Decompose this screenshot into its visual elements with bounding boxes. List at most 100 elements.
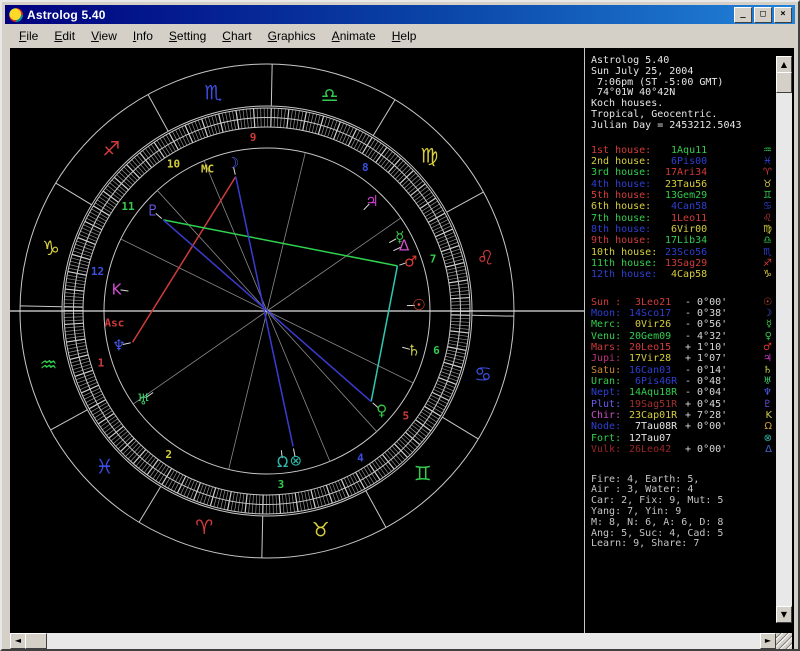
horizontal-scroll-thumb[interactable]	[25, 633, 47, 649]
planet-row-4: Venu:20Gem09 - 4°32'♀	[591, 331, 776, 342]
info-panel: Astrolog 5.40Sun July 25, 2004 7:06pm (S…	[585, 48, 776, 633]
planet-row-6-glyph: ♃	[763, 353, 772, 364]
house-row-10-glyph: ♏	[763, 247, 772, 258]
planet-row-13-glyph: ⊗	[764, 433, 772, 444]
astrolog-window: Astrolog 5.40 _ □ × FileEditViewInfoSett…	[0, 0, 800, 651]
horizontal-scrollbar[interactable]: ◄ ►	[10, 633, 776, 649]
vertical-scroll-thumb[interactable]	[776, 72, 792, 93]
house-number-10: 10	[167, 158, 180, 171]
planet-row-8-glyph: ♅	[763, 376, 772, 387]
scroll-up-button[interactable]: ▲	[776, 56, 792, 73]
planet-row-2-glyph: ☽	[763, 308, 772, 319]
jupiter-glyph: ♃	[365, 192, 378, 210]
aquarius-sign-glyph: ♒	[40, 353, 58, 377]
menu-item-file[interactable]: File	[11, 27, 46, 45]
app-icon[interactable]	[9, 8, 23, 22]
scroll-down-button[interactable]: ▼	[776, 606, 792, 623]
menu-item-setting[interactable]: Setting	[161, 27, 214, 45]
planet-row-2: Moon:14Sco17 - 0°38'☽	[591, 308, 776, 319]
pisces-sign-glyph: ♓	[96, 455, 114, 479]
planet-row-7-glyph: ♄	[763, 365, 772, 376]
gemini-sign-glyph: ♊	[414, 461, 432, 485]
planet-row-10-glyph: ♇	[763, 399, 772, 410]
moon-glyph: ☽	[226, 154, 239, 172]
menu-item-edit[interactable]: Edit	[46, 27, 83, 45]
house-number-12: 12	[91, 265, 104, 278]
house-row-1: 1st house: 1Aqu11♒	[591, 145, 776, 156]
cancer-sign-glyph: ♋	[474, 362, 492, 386]
title-bar[interactable]: Astrolog 5.40 _ □ ×	[5, 5, 795, 24]
planet-row-1: Sun : 3Leo21 - 0°00'☉	[591, 297, 776, 308]
maximize-button[interactable]: □	[754, 7, 772, 23]
house-row-6-glyph: ♋	[763, 201, 772, 212]
resize-grip[interactable]	[776, 633, 792, 649]
aspect-venus-mars-sextile	[371, 266, 397, 402]
planet-row-6: Jupi:17Vir28 + 1°07'♃	[591, 353, 776, 364]
house-number-5: 5	[402, 409, 409, 422]
house-row-11-glyph: ♐	[763, 258, 772, 269]
wheel-svg: ♒♓♈♉♊♋♌♍♎♏♐♑123456789101112☉☽☿♀♂♃♄♅♆♇KΩ⊗…	[10, 48, 584, 633]
house-row-4-glyph: ♉	[763, 179, 772, 190]
house-number-6: 6	[433, 344, 440, 357]
house-row-1-glyph: ♒	[763, 145, 772, 156]
sagittarius-sign-glyph: ♐	[102, 137, 120, 161]
scroll-right-button[interactable]: ►	[760, 633, 776, 649]
house-row-9: 9th house: 17Lib34♎	[591, 235, 776, 246]
house-row-3: 3rd house: 17Ari34♈	[591, 167, 776, 178]
window-title: Astrolog 5.40	[27, 8, 106, 22]
close-button[interactable]: ×	[774, 7, 792, 23]
planet-row-11-glyph: K	[765, 410, 772, 421]
planet-row-9-glyph: ♆	[763, 387, 772, 398]
scroll-left-button[interactable]: ◄	[10, 633, 26, 649]
planet-row-1-glyph: ☉	[763, 297, 772, 308]
mc-label: MC	[201, 162, 214, 175]
leo-sign-glyph: ♌	[477, 245, 495, 269]
vulkanus-glyph: Δ	[399, 237, 410, 255]
house-number-4: 4	[357, 451, 364, 464]
house-number-7: 7	[430, 252, 437, 265]
stats-line-5: M: 8, N: 6, A: 6, D: 8	[591, 518, 776, 529]
chart-wheel: ♒♓♈♉♊♋♌♍♎♏♐♑123456789101112☉☽☿♀♂♃♄♅♆♇KΩ⊗…	[10, 48, 584, 633]
saturn-glyph: ♄	[407, 341, 420, 359]
scorpio-sign-glyph: ♏	[204, 80, 222, 104]
house-number-9: 9	[250, 131, 257, 144]
planet-row-4-glyph: ♀	[765, 331, 772, 342]
house-row-6: 6th house: 4Can58♋	[591, 201, 776, 212]
chart-header: Astrolog 5.40Sun July 25, 2004 7:06pm (S…	[591, 56, 776, 132]
house-number-8: 8	[362, 161, 369, 174]
pluto-glyph: ♇	[146, 202, 159, 220]
planet-row-5: Mars:20Leo15 + 1°10'♂	[591, 342, 776, 353]
mars-glyph: ♂	[404, 252, 417, 270]
menu-item-info[interactable]: Info	[125, 27, 161, 45]
planet-row-9: Nept:14Aqu18R - 0°04'♆	[591, 387, 776, 398]
house-row-9-glyph: ♎	[763, 235, 772, 246]
planets-table: Sun : 3Leo21 - 0°00'☉Moon:14Sco17 - 0°38…	[591, 297, 776, 456]
house-number-1: 1	[98, 357, 105, 370]
capricorn-sign-glyph: ♑	[42, 236, 60, 260]
planet-row-5-glyph: ♂	[763, 342, 772, 353]
uranus-glyph: ♅	[137, 390, 150, 408]
house-row-11: 11th house:13Sag29♐	[591, 258, 776, 269]
planet-row-7: Satu:16Can03 - 0°14'♄	[591, 365, 776, 376]
planet-row-14-glyph: Δ	[765, 444, 772, 455]
house-row-5-glyph: ♊	[763, 190, 772, 201]
menu-item-chart[interactable]: Chart	[214, 27, 259, 45]
menu-item-help[interactable]: Help	[384, 27, 425, 45]
virgo-sign-glyph: ♍	[420, 143, 438, 167]
house-row-5: 5th house: 13Gem29♊	[591, 190, 776, 201]
element-stats: Fire: 4, Earth: 5,Air : 3, Water: 4Car: …	[591, 475, 776, 551]
planet-row-13: Fort:12Tau07 ⊗	[591, 433, 776, 444]
vertical-scrollbar[interactable]: ▲ ▼	[776, 56, 792, 623]
menu-item-view[interactable]: View	[83, 27, 125, 45]
minimize-button[interactable]: _	[734, 7, 752, 23]
planet-row-14: Vulk:26Leo42 + 0°00'Δ	[591, 444, 776, 455]
aries-sign-glyph: ♈	[195, 515, 213, 539]
house-row-12: 12th house: 4Cap58♑	[591, 269, 776, 280]
planet-row-10: Plut:19Sag51R + 0°45'♇	[591, 399, 776, 410]
chiron-glyph: K	[112, 280, 123, 298]
menu-item-graphics[interactable]: Graphics	[260, 27, 324, 45]
house-row-3-glyph: ♈	[763, 167, 772, 178]
menu-item-animate[interactable]: Animate	[324, 27, 384, 45]
house-number-3: 3	[278, 478, 285, 491]
house-row-2: 2nd house: 6Pis00♓	[591, 156, 776, 167]
